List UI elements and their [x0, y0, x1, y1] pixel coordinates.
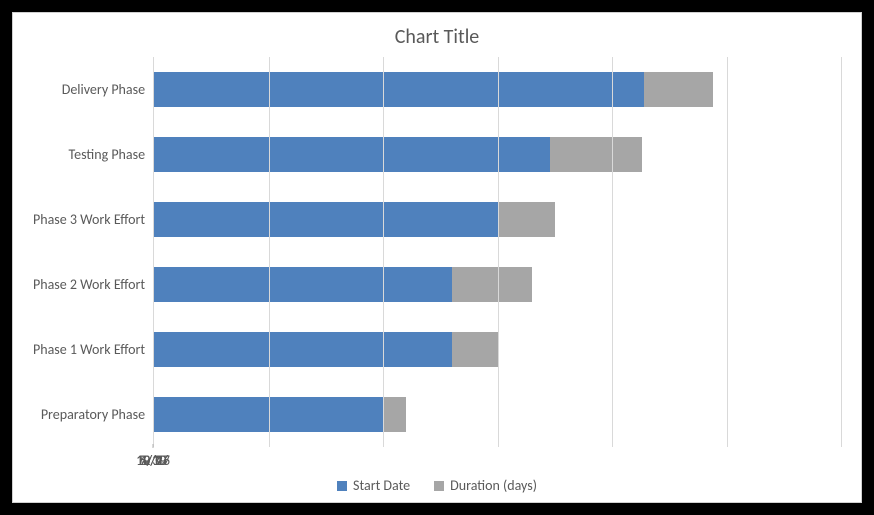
bar-stack: [154, 332, 497, 368]
gridline: [727, 57, 728, 447]
bar-segment-start: [154, 72, 644, 108]
legend-label-start: Start Date: [353, 477, 410, 494]
plot-wrap: Delivery Phase Testing Phase Phase 3 Wor…: [33, 57, 841, 494]
bar-segment-duration: [452, 332, 498, 368]
bar-segment-start: [154, 202, 497, 238]
gridline: [383, 57, 384, 447]
gridline: [841, 57, 842, 447]
legend-swatch-start: [337, 481, 347, 491]
x-tick-mark: [153, 444, 154, 448]
bar-segment-duration: [452, 267, 532, 303]
plot-body: Delivery Phase Testing Phase Phase 3 Wor…: [33, 57, 841, 447]
y-label: Phase 1 Work Effort: [33, 341, 145, 358]
bar-stack: [154, 202, 555, 238]
chart-title: Chart Title: [33, 25, 841, 49]
y-label: Testing Phase: [69, 146, 146, 163]
y-axis-labels: Delivery Phase Testing Phase Phase 3 Wor…: [33, 57, 153, 447]
bar-segment-duration: [550, 137, 642, 173]
bar-segment-duration: [644, 72, 713, 108]
y-label: Phase 2 Work Effort: [33, 276, 145, 293]
chart-outer-frame: Chart Title Delivery Phase Testing Phase…: [0, 0, 874, 515]
legend: Start Date Duration (days): [33, 471, 841, 494]
y-label: Phase 3 Work Effort: [33, 211, 145, 228]
bar-stack: [154, 72, 713, 108]
bar-stack: [154, 137, 642, 173]
bar-segment-duration: [383, 397, 406, 433]
legend-item-start: Start Date: [337, 477, 410, 494]
plot-area: [153, 57, 841, 447]
bar-segment-duration: [498, 202, 555, 238]
legend-label-duration: Duration (days): [450, 477, 537, 494]
bar-stack: [154, 397, 406, 433]
gridline: [269, 57, 270, 447]
chart-card: Chart Title Delivery Phase Testing Phase…: [12, 12, 862, 503]
legend-swatch-duration: [434, 481, 444, 491]
bar-stack: [154, 267, 532, 303]
y-label: Delivery Phase: [62, 81, 145, 98]
bar-segment-start: [154, 137, 550, 173]
bar-segment-start: [154, 332, 452, 368]
bar-segment-start: [154, 267, 452, 303]
legend-item-duration: Duration (days): [434, 477, 537, 494]
y-label: Preparatory Phase: [41, 406, 145, 423]
x-axis-row: Phase 3 Work Effort 4/105/307/199/710/27…: [33, 447, 841, 471]
gridline: [498, 57, 499, 447]
gridline: [612, 57, 613, 447]
x-tick-label: 2/4: [143, 452, 163, 469]
